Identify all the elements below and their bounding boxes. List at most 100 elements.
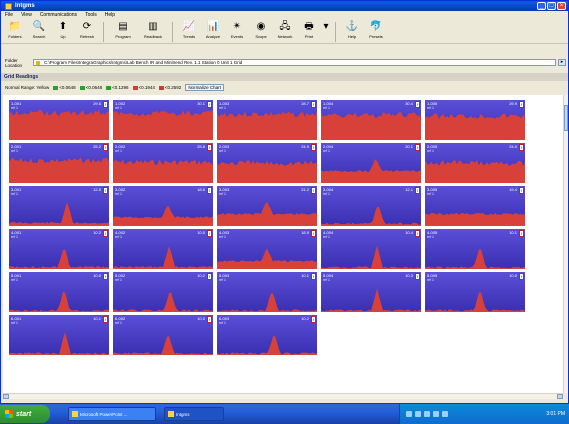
spectrum-tile[interactable]: 1-002 ref 1 30.1! [113, 100, 213, 140]
scope-button[interactable]: ◉ Scope [249, 21, 273, 43]
presets-button[interactable]: 🐬 Presets [364, 21, 388, 43]
folders-button[interactable]: 📁 Folders [3, 21, 27, 43]
tile-close-icon[interactable]: ! [519, 144, 524, 151]
spectrum-tile[interactable]: 5-003 ref 1 10.1! [217, 272, 317, 312]
start-button[interactable]: start [0, 405, 50, 423]
menu-item-communications[interactable]: Communications [40, 12, 77, 18]
spectrum-tile[interactable]: 4-005 ref 1 10.1! [425, 229, 525, 269]
readback-button[interactable]: ▥ Readback [138, 21, 168, 43]
spectrum-tile[interactable]: 6-002 ref 1 10.0! [113, 315, 213, 355]
print-button[interactable]: 🖶 Print [297, 21, 321, 43]
normalize-chart-button[interactable]: Normalize Chart [185, 84, 224, 91]
refresh-button[interactable]: ⟳ Refresh [75, 21, 99, 43]
spectrum-tile[interactable]: 5-002 ref 1 10.2! [113, 272, 213, 312]
spectrum-plot [217, 229, 317, 269]
network-button[interactable]: 🖧 Network [273, 21, 297, 43]
tile-close-icon[interactable]: ! [415, 273, 420, 280]
spectrum-tile[interactable]: 1-003 ref 1 28.7! [217, 100, 317, 140]
tile-close-icon[interactable]: ! [207, 144, 212, 151]
tray-update-icon[interactable] [442, 411, 448, 417]
up-button[interactable]: ⬆ Up [51, 21, 75, 43]
tray-volume-icon[interactable] [415, 411, 421, 417]
vertical-scroll-thumb[interactable] [564, 105, 568, 131]
tile-close-icon[interactable]: ! [103, 101, 108, 108]
tile-close-icon[interactable]: ! [311, 144, 316, 151]
analyze-button[interactable]: 📊 Analyze [201, 21, 225, 43]
spectrum-tile[interactable]: 2-003 ref 1 24.9! [217, 143, 317, 183]
task-app-icon [168, 411, 174, 417]
scroll-right-button[interactable] [557, 394, 563, 399]
spectrum-tile[interactable]: 3-003 ref 1 21.2! [217, 186, 317, 226]
spectrum-tile[interactable]: 5-004 ref 1 10.3! [321, 272, 421, 312]
spectrum-tile[interactable]: 5-001 ref 1 10.0! [9, 272, 109, 312]
tile-close-icon[interactable]: ! [103, 230, 108, 237]
spectrum-tile[interactable]: 2-004 ref 1 20.1! [321, 143, 421, 183]
tile-close-icon[interactable]: ! [519, 273, 524, 280]
spectrum-tile[interactable]: 1-004 ref 1 30.4! [321, 100, 421, 140]
tile-close-icon[interactable]: ! [519, 187, 524, 194]
tile-close-icon[interactable]: ! [207, 273, 212, 280]
tile-close-icon[interactable]: ! [311, 230, 316, 237]
tile-close-icon[interactable]: ! [415, 101, 420, 108]
scroll-left-button[interactable] [3, 394, 9, 399]
go-button[interactable]: ▸ [558, 59, 566, 66]
spectrum-tile[interactable]: 1-005 ref 1 29.9! [425, 100, 525, 140]
tile-close-icon[interactable]: ! [311, 316, 316, 323]
taskbar-task[interactable]: Intgms [164, 407, 224, 421]
menu-item-tools[interactable]: Tools [85, 12, 97, 18]
tray-network-icon[interactable] [406, 411, 412, 417]
events-button[interactable]: ✴ Events [225, 21, 249, 43]
spectrum-tile[interactable]: 4-002 ref 1 10.0! [113, 229, 213, 269]
dropdown-button[interactable]: ▾ [321, 21, 331, 43]
spectrum-tile[interactable]: 3-004 ref 1 12.1! [321, 186, 421, 226]
tile-close-icon[interactable]: ! [415, 144, 420, 151]
tile-close-icon[interactable]: ! [207, 101, 212, 108]
tile-close-icon[interactable]: ! [103, 273, 108, 280]
horizontal-scrollbar[interactable] [3, 393, 563, 399]
menu-item-file[interactable]: File [5, 12, 13, 18]
tile-close-icon[interactable]: ! [207, 187, 212, 194]
tile-close-icon[interactable]: ! [311, 101, 316, 108]
menu-item-help[interactable]: Help [105, 12, 115, 18]
tile-close-icon[interactable]: ! [311, 273, 316, 280]
tile-close-icon[interactable]: ! [103, 187, 108, 194]
spectrum-tile[interactable]: 3-001 ref 1 12.5! [9, 186, 109, 226]
tile-close-icon[interactable]: ! [103, 316, 108, 323]
spectrum-tile[interactable]: 6-001 ref 1 10.1! [9, 315, 109, 355]
close-button[interactable]: × [557, 2, 566, 10]
tile-close-icon[interactable]: ! [519, 230, 524, 237]
spectrum-tile[interactable]: 4-004 ref 1 10.4! [321, 229, 421, 269]
spectrum-tile[interactable]: 2-001 ref 1 25.2! [9, 143, 109, 183]
spectrum-tile[interactable]: 4-003 ref 1 18.9! [217, 229, 317, 269]
title-bar[interactable]: Intgms _ □ × [1, 1, 568, 11]
address-input[interactable]: C:\Program Files\IntegraGraphics\Intgms\… [33, 59, 556, 66]
help-button[interactable]: ⚓ Help [340, 21, 364, 43]
vertical-scrollbar[interactable] [563, 95, 568, 393]
tile-close-icon[interactable]: ! [207, 230, 212, 237]
tile-close-icon[interactable]: ! [519, 101, 524, 108]
spectrum-tile[interactable]: 6-003 ref 1 10.2! [217, 315, 317, 355]
taskbar-task[interactable]: Microsoft PowerPoint ... [68, 407, 156, 421]
minimize-button[interactable]: _ [537, 2, 546, 10]
tile-close-icon[interactable]: ! [415, 230, 420, 237]
maximize-button[interactable]: □ [547, 2, 556, 10]
tray-app-icon[interactable] [433, 411, 439, 417]
tile-close-icon[interactable]: ! [103, 144, 108, 151]
spectrum-tile[interactable]: 2-005 ref 1 24.0! [425, 143, 525, 183]
tile-close-icon[interactable]: ! [207, 316, 212, 323]
spectrum-plot [321, 186, 421, 226]
program-button[interactable]: ▤ Program [108, 21, 138, 43]
trends-button[interactable]: 📈 Trends [177, 21, 201, 43]
spectrum-tile[interactable]: 3-002 ref 1 18.6! [113, 186, 213, 226]
tile-close-icon[interactable]: ! [415, 187, 420, 194]
spectrum-tile[interactable]: 4-001 ref 1 10.2! [9, 229, 109, 269]
toolbar-button-label: Presets [369, 34, 383, 39]
tray-security-icon[interactable] [424, 411, 430, 417]
spectrum-tile[interactable]: 1-001 ref 1 29.6! [9, 100, 109, 140]
spectrum-tile[interactable]: 2-002 ref 1 25.8! [113, 143, 213, 183]
menu-item-view[interactable]: View [21, 12, 32, 18]
spectrum-tile[interactable]: 5-005 ref 1 10.0! [425, 272, 525, 312]
spectrum-tile[interactable]: 3-005 ref 1 19.4! [425, 186, 525, 226]
tile-close-icon[interactable]: ! [311, 187, 316, 194]
search-button[interactable]: 🔍 Search [27, 21, 51, 43]
